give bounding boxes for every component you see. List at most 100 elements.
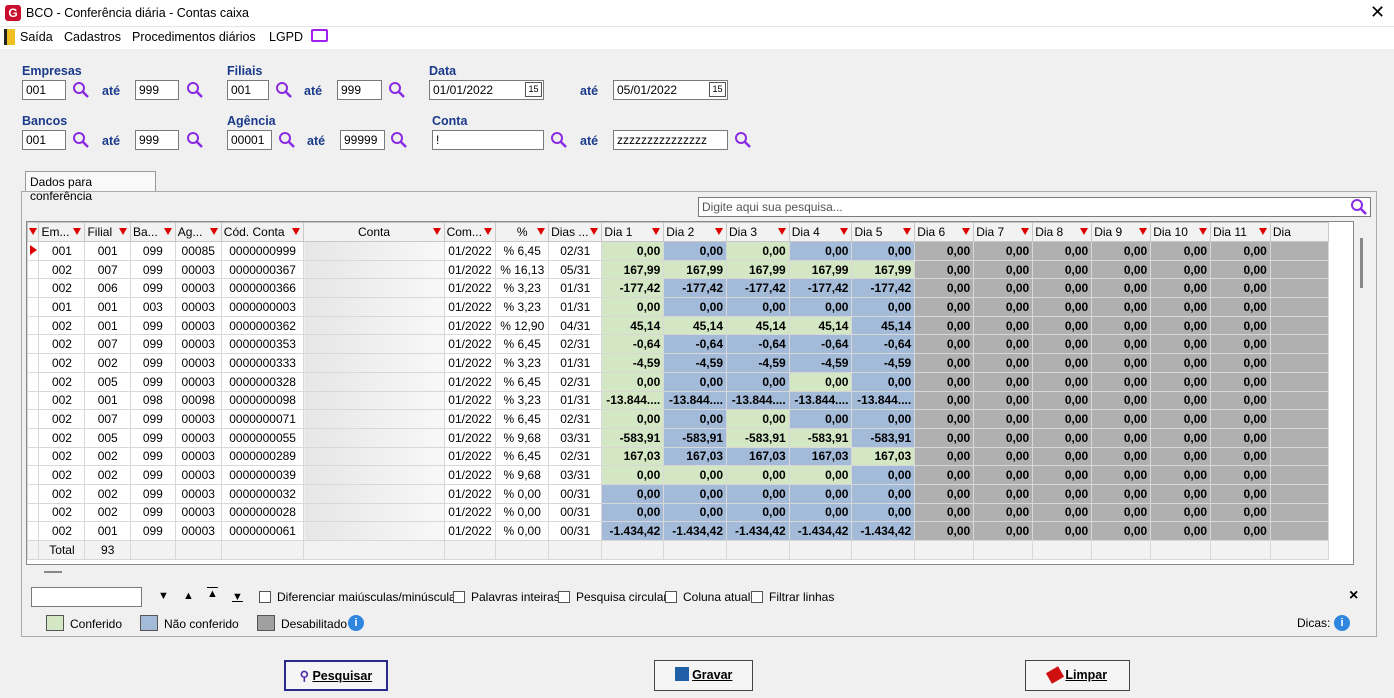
column-header[interactable]: % bbox=[495, 222, 550, 242]
filter-icon[interactable] bbox=[652, 228, 661, 235]
column-header[interactable]: Ag... bbox=[174, 222, 222, 242]
find-first-icon[interactable]: ▲ bbox=[207, 588, 218, 600]
current-column-checkbox[interactable] bbox=[665, 591, 677, 603]
row-indicator[interactable] bbox=[27, 241, 40, 261]
table-row[interactable]: 002 002 099 00003 0000000032 01/2022% 0,00 00/… bbox=[27, 483, 1353, 504]
exit-door-icon[interactable] bbox=[4, 29, 15, 45]
table-row[interactable]: 002 007 099 00003 0000000071 01/2022% 6,45 02/… bbox=[27, 409, 1353, 429]
column-header[interactable]: Dia 4 bbox=[788, 222, 853, 242]
row-indicator[interactable] bbox=[27, 334, 40, 355]
table-row[interactable]: 002 001 099 00003 0000000362 01/2022% 12,90 04… bbox=[27, 315, 1353, 336]
search-icon[interactable] bbox=[734, 131, 752, 149]
column-header[interactable]: Ba... bbox=[130, 222, 176, 242]
find-last-icon[interactable]: ▼ bbox=[232, 591, 243, 603]
gravar-button[interactable]: Gravar bbox=[654, 660, 753, 691]
menu-saida[interactable]: Saída bbox=[20, 30, 53, 44]
find-previous-icon[interactable]: ▲ bbox=[183, 590, 194, 602]
table-row[interactable]: 002 002 099 00003 0000000039 01/2022% 9,68 03/… bbox=[27, 465, 1353, 485]
table-row[interactable]: 002 005 099 00003 0000000055 01/2022% 9,68 03/… bbox=[27, 427, 1353, 448]
column-header[interactable]: Dia 2 bbox=[663, 222, 727, 242]
conta-to-input[interactable]: zzzzzzzzzzzzzzz bbox=[613, 130, 728, 150]
table-row[interactable]: 002 005 099 00003 0000000328 01/2022% 6,45 02/… bbox=[27, 371, 1353, 392]
row-indicator[interactable] bbox=[27, 409, 40, 429]
column-header[interactable]: Dia 1 bbox=[601, 222, 665, 242]
row-indicator[interactable] bbox=[27, 371, 40, 392]
bancos-from-input[interactable]: 001 bbox=[22, 130, 66, 150]
filter-icon[interactable] bbox=[715, 228, 723, 235]
column-header[interactable]: Dia 11 bbox=[1210, 222, 1271, 242]
empresas-from-input[interactable]: 001 bbox=[22, 80, 66, 100]
search-icon[interactable] bbox=[388, 81, 406, 99]
table-row[interactable]: 002 002 099 00003 0000000333 01/2022% 3,23 01/… bbox=[27, 353, 1353, 373]
calendar-icon[interactable]: 15 bbox=[709, 82, 726, 97]
table-row[interactable]: 002 002 099 00003 0000000028 01/2022% 0,00 00/… bbox=[27, 502, 1353, 523]
info-icon[interactable]: i bbox=[348, 615, 364, 631]
tab-dados-conferencia[interactable]: Dados para conferência bbox=[25, 171, 156, 203]
row-indicator[interactable] bbox=[27, 483, 40, 504]
column-header[interactable]: Conta bbox=[303, 222, 445, 242]
search-icon[interactable] bbox=[390, 131, 408, 149]
filiais-to-input[interactable]: 999 bbox=[337, 80, 382, 100]
row-indicator[interactable] bbox=[27, 278, 40, 299]
filter-icon[interactable] bbox=[1021, 228, 1030, 235]
filter-icon[interactable] bbox=[590, 228, 599, 235]
table-row[interactable]: 001 001 099 00085 0000000999 01/2022% 6,45 02/… bbox=[27, 241, 1353, 261]
column-header[interactable]: Com... bbox=[443, 222, 497, 242]
filter-rows-checkbox[interactable] bbox=[751, 591, 763, 603]
filter-icon[interactable] bbox=[777, 228, 786, 235]
whole-words-checkbox[interactable] bbox=[453, 591, 465, 603]
pesquisar-button[interactable]: ⚲ Pesquisar bbox=[284, 660, 388, 691]
column-header[interactable]: Dia bbox=[1269, 222, 1329, 242]
filter-icon[interactable] bbox=[119, 228, 127, 235]
table-row[interactable]: 002 006 099 00003 0000000366 01/2022% 3,23 01/… bbox=[27, 278, 1353, 299]
column-header[interactable]: Dia 5 bbox=[851, 222, 916, 242]
column-header[interactable]: Dia 3 bbox=[726, 222, 790, 242]
menu-procedimentos-diarios[interactable]: Procedimentos diários bbox=[132, 30, 256, 44]
filter-icon[interactable] bbox=[1139, 228, 1148, 235]
search-icon[interactable] bbox=[275, 81, 293, 99]
column-header[interactable]: Dias ... bbox=[548, 222, 603, 242]
column-header[interactable]: Dia 10 bbox=[1150, 222, 1212, 242]
table-row[interactable]: 002 001 099 00003 0000000061 01/2022% 0,00 00/… bbox=[27, 521, 1353, 541]
empresas-to-input[interactable]: 999 bbox=[135, 80, 179, 100]
filter-icon[interactable] bbox=[292, 228, 301, 235]
search-icon[interactable] bbox=[72, 131, 90, 149]
filter-icon[interactable] bbox=[209, 228, 218, 235]
filter-icon[interactable] bbox=[840, 228, 849, 235]
circular-search-checkbox[interactable] bbox=[558, 591, 570, 603]
row-indicator[interactable] bbox=[27, 465, 40, 485]
bancos-to-input[interactable]: 999 bbox=[135, 130, 179, 150]
limpar-button[interactable]: Limpar bbox=[1025, 660, 1130, 691]
search-icon[interactable] bbox=[1350, 198, 1368, 216]
row-indicator[interactable] bbox=[27, 315, 40, 336]
table-row[interactable]: 002 002 099 00003 0000000289 01/2022% 6,45 02/… bbox=[27, 446, 1353, 467]
table-row[interactable]: 001 001 003 00003 0000000003 01/2022% 3,23 01/… bbox=[27, 297, 1353, 317]
row-indicator[interactable] bbox=[27, 259, 40, 280]
filter-icon[interactable] bbox=[962, 228, 971, 235]
search-icon[interactable] bbox=[550, 131, 568, 149]
column-header[interactable]: Dia 9 bbox=[1091, 222, 1152, 242]
find-next-icon[interactable]: ▼ bbox=[158, 590, 169, 602]
search-icon[interactable] bbox=[278, 131, 296, 149]
column-header[interactable]: Em... bbox=[38, 222, 86, 242]
search-icon[interactable] bbox=[186, 131, 204, 149]
agencia-from-input[interactable]: 00001 bbox=[227, 130, 272, 150]
filiais-from-input[interactable]: 001 bbox=[227, 80, 269, 100]
table-row[interactable]: 002 001 098 00098 0000000098 01/2022% 3,23 01/… bbox=[27, 390, 1353, 411]
column-header[interactable]: Dia 7 bbox=[973, 222, 1034, 242]
row-indicator[interactable] bbox=[27, 502, 40, 523]
filter-icon[interactable] bbox=[484, 228, 493, 235]
row-indicator[interactable] bbox=[27, 390, 40, 411]
search-icon[interactable] bbox=[72, 81, 90, 99]
conta-from-input[interactable]: ! bbox=[432, 130, 544, 150]
case-sensitive-checkbox[interactable] bbox=[259, 591, 271, 603]
grid-corner-header[interactable] bbox=[27, 222, 40, 242]
filter-icon[interactable] bbox=[163, 228, 172, 235]
conferencia-grid[interactable]: Em... Filial Ba... Ag... Cód. Conta Conta Com.… bbox=[26, 221, 1354, 565]
close-findbar-button[interactable]: × bbox=[1349, 587, 1358, 605]
filter-icon[interactable] bbox=[903, 228, 912, 235]
find-input[interactable] bbox=[31, 587, 142, 607]
row-indicator[interactable] bbox=[27, 521, 40, 541]
monitor-icon[interactable] bbox=[311, 29, 328, 42]
table-row[interactable]: 002 007 099 00003 0000000353 01/2022% 6,45 02/… bbox=[27, 334, 1353, 355]
